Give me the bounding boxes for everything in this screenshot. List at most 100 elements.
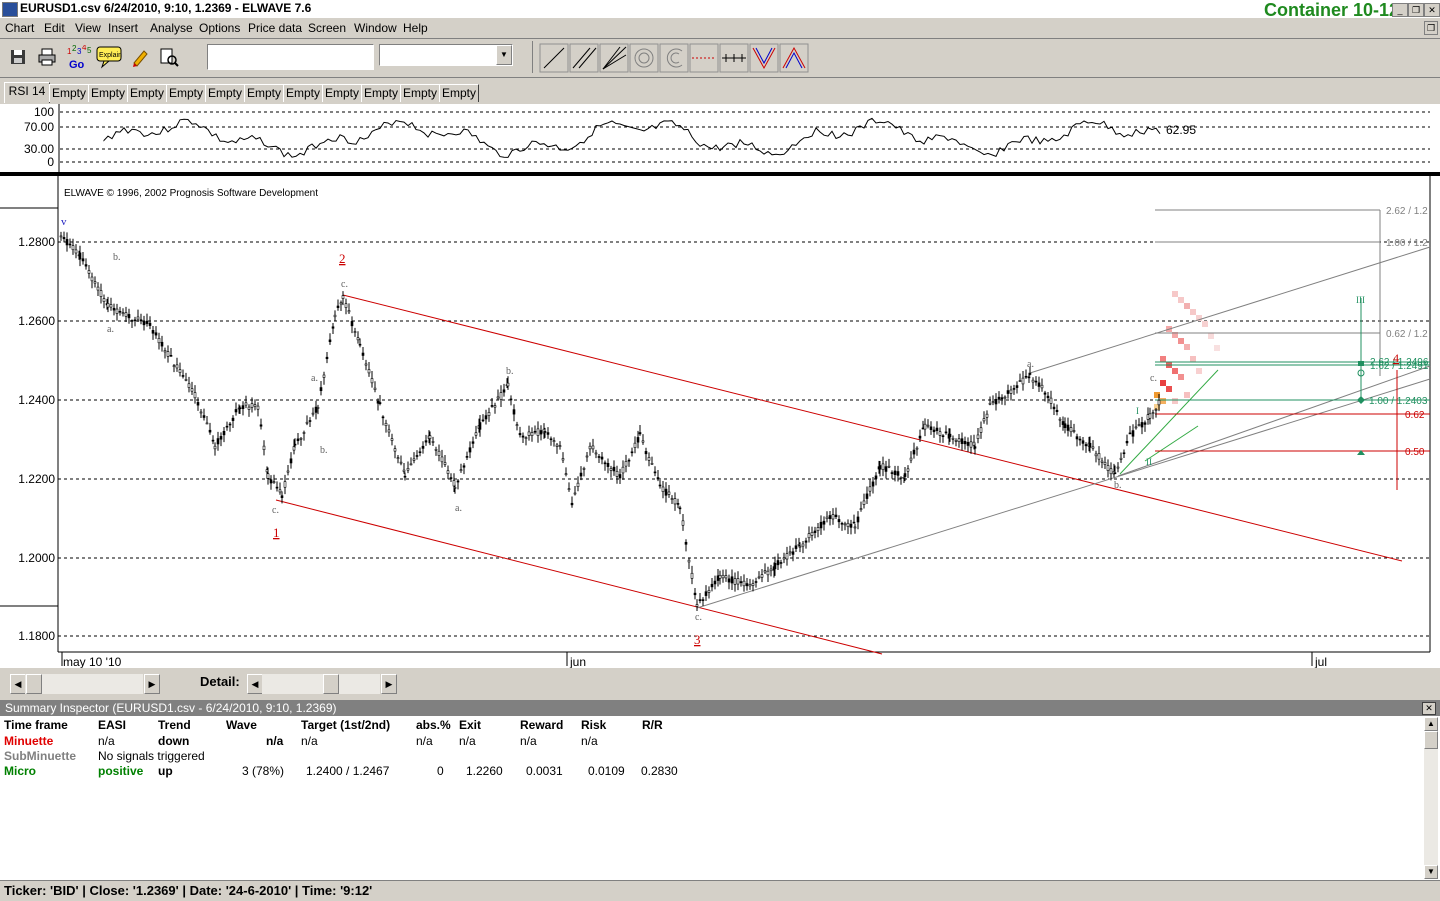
- price-bar-body: [396, 457, 400, 459]
- price-bar-body: [154, 332, 158, 336]
- price-bar-body: [269, 479, 273, 484]
- tab-empty[interactable]: Empty: [283, 84, 323, 102]
- tab-empty[interactable]: Empty: [88, 84, 128, 102]
- price-bar-body: [148, 322, 152, 326]
- horizontal-scroll-thumb[interactable]: [26, 674, 42, 694]
- price-bar-body: [1119, 457, 1123, 460]
- price-bar-body: [415, 455, 419, 457]
- scroll-left-icon[interactable]: ◀: [10, 674, 26, 694]
- combo-select[interactable]: ▼: [379, 44, 513, 66]
- price-bar-body: [951, 438, 955, 440]
- scroll-down-icon[interactable]: ▼: [1424, 865, 1438, 879]
- mdi-restore-icon[interactable]: ❐: [1424, 21, 1438, 35]
- detail-slider-track[interactable]: [262, 674, 380, 694]
- price-bar-body: [193, 392, 197, 399]
- close-icon[interactable]: ✕: [1424, 3, 1440, 17]
- price-bar-body: [502, 389, 506, 393]
- row-micro-timeframe[interactable]: Micro: [4, 764, 36, 778]
- price-chart[interactable]: 1.2800 1.2600 1.2400 1.2200 1.2000 1.180…: [0, 176, 1440, 668]
- price-bar-body: [871, 481, 875, 487]
- arc-tool-icon[interactable]: [659, 43, 689, 73]
- chevron-down-icon[interactable]: ▼: [496, 45, 512, 65]
- menu-screen[interactable]: Screen: [308, 21, 346, 35]
- menu-view[interactable]: View: [75, 21, 101, 35]
- price-bar-body: [142, 321, 146, 326]
- channel-lower-line[interactable]: [275, 499, 883, 655]
- menu-insert[interactable]: Insert: [108, 21, 138, 35]
- text-input[interactable]: [207, 44, 374, 70]
- a-shape-tool-icon[interactable]: [779, 43, 809, 73]
- pencil-icon[interactable]: [128, 45, 152, 69]
- menu-options[interactable]: Options: [199, 21, 240, 35]
- price-bar-body: [358, 343, 362, 346]
- price-bar-body: [819, 521, 823, 529]
- print-icon[interactable]: [35, 45, 59, 69]
- price-bar-body: [1075, 436, 1079, 440]
- row-minuette-timeframe[interactable]: Minuette: [4, 734, 53, 748]
- v-shape-tool-icon[interactable]: [749, 43, 779, 73]
- tab-empty[interactable]: Empty: [361, 84, 401, 102]
- tab-empty[interactable]: Empty: [127, 84, 167, 102]
- tab-empty[interactable]: Empty: [166, 84, 206, 102]
- detail-left-icon[interactable]: ◀: [247, 674, 263, 694]
- price-bar-body: [721, 574, 725, 579]
- price-bar-body: [1081, 440, 1085, 444]
- restore-icon[interactable]: ❐: [1408, 3, 1424, 17]
- parallel-lines-tool-icon[interactable]: [569, 43, 599, 73]
- price-bar-body: [390, 438, 394, 441]
- horizontal-ruler-tool-icon[interactable]: [719, 43, 749, 73]
- price-bar-body: [115, 308, 119, 314]
- green-channel-lower[interactable]: [1144, 425, 1199, 462]
- scroll-right-icon[interactable]: ▶: [144, 674, 160, 694]
- grey-trend-upper[interactable]: [1029, 246, 1431, 374]
- menu-edit[interactable]: Edit: [44, 21, 65, 35]
- price-bar-body: [701, 599, 705, 601]
- app-icon[interactable]: [2, 2, 18, 17]
- menu-help[interactable]: Help: [403, 21, 428, 35]
- tab-empty[interactable]: Empty: [322, 84, 362, 102]
- minimize-icon[interactable]: _: [1392, 3, 1408, 17]
- price-chart-svg: 1.2800 1.2600 1.2400 1.2200 1.2000 1.180…: [0, 176, 1431, 668]
- grey-trend-lower[interactable]: [696, 378, 1431, 609]
- tab-empty[interactable]: Empty: [205, 84, 245, 102]
- detail-slider-thumb[interactable]: [323, 674, 339, 694]
- price-bar-body: [1018, 380, 1022, 382]
- menu-analyse[interactable]: Analyse: [150, 21, 193, 35]
- price-bar-body: [564, 473, 568, 475]
- channel-upper-line[interactable]: [342, 294, 1403, 562]
- price-bar-body: [406, 468, 410, 471]
- wave-label-3: 3: [694, 632, 701, 647]
- row-micro-target: 1.2400 / 1.2467: [306, 764, 390, 778]
- inspect-icon[interactable]: [157, 45, 181, 69]
- row-minuette-target: n/a: [301, 734, 318, 748]
- price-bar-body: [424, 440, 428, 443]
- explain-icon[interactable]: Explain: [96, 45, 124, 69]
- row-subminuette-timeframe[interactable]: SubMinuette: [4, 749, 76, 763]
- price-bar-body: [982, 418, 986, 422]
- tab-empty[interactable]: Empty: [400, 84, 440, 102]
- tab-empty[interactable]: Empty: [49, 84, 89, 102]
- fan-lines-tool-icon[interactable]: [599, 43, 629, 73]
- price-bar-body: [81, 258, 85, 262]
- price-bar-body: [788, 551, 792, 554]
- menu-window[interactable]: Window: [354, 21, 397, 35]
- tab-empty[interactable]: Empty: [244, 84, 284, 102]
- horizontal-scrollbar-track[interactable]: [25, 674, 143, 694]
- price-bar-body: [533, 430, 537, 433]
- inspector-scroll-thumb[interactable]: [1424, 731, 1438, 749]
- tab-rsi[interactable]: RSI 14: [4, 82, 50, 103]
- inspector-close-icon[interactable]: ✕: [1422, 702, 1436, 715]
- circle-tool-icon[interactable]: [629, 43, 659, 73]
- price-bar-body: [656, 477, 660, 480]
- menu-price-data[interactable]: Price data: [248, 21, 302, 35]
- horizontal-dashed-tool-icon[interactable]: [689, 43, 719, 73]
- go-icon[interactable]: 1 2 3 4 5 Go: [66, 43, 94, 71]
- line-tool-icon[interactable]: [539, 43, 569, 73]
- menu-chart[interactable]: Chart: [5, 21, 34, 35]
- price-bar-body: [754, 581, 758, 583]
- tab-empty[interactable]: Empty: [439, 84, 479, 102]
- save-icon[interactable]: [6, 45, 30, 69]
- scroll-up-icon[interactable]: ▲: [1424, 717, 1438, 731]
- detail-right-icon[interactable]: ▶: [381, 674, 397, 694]
- price-bar-body: [331, 326, 335, 329]
